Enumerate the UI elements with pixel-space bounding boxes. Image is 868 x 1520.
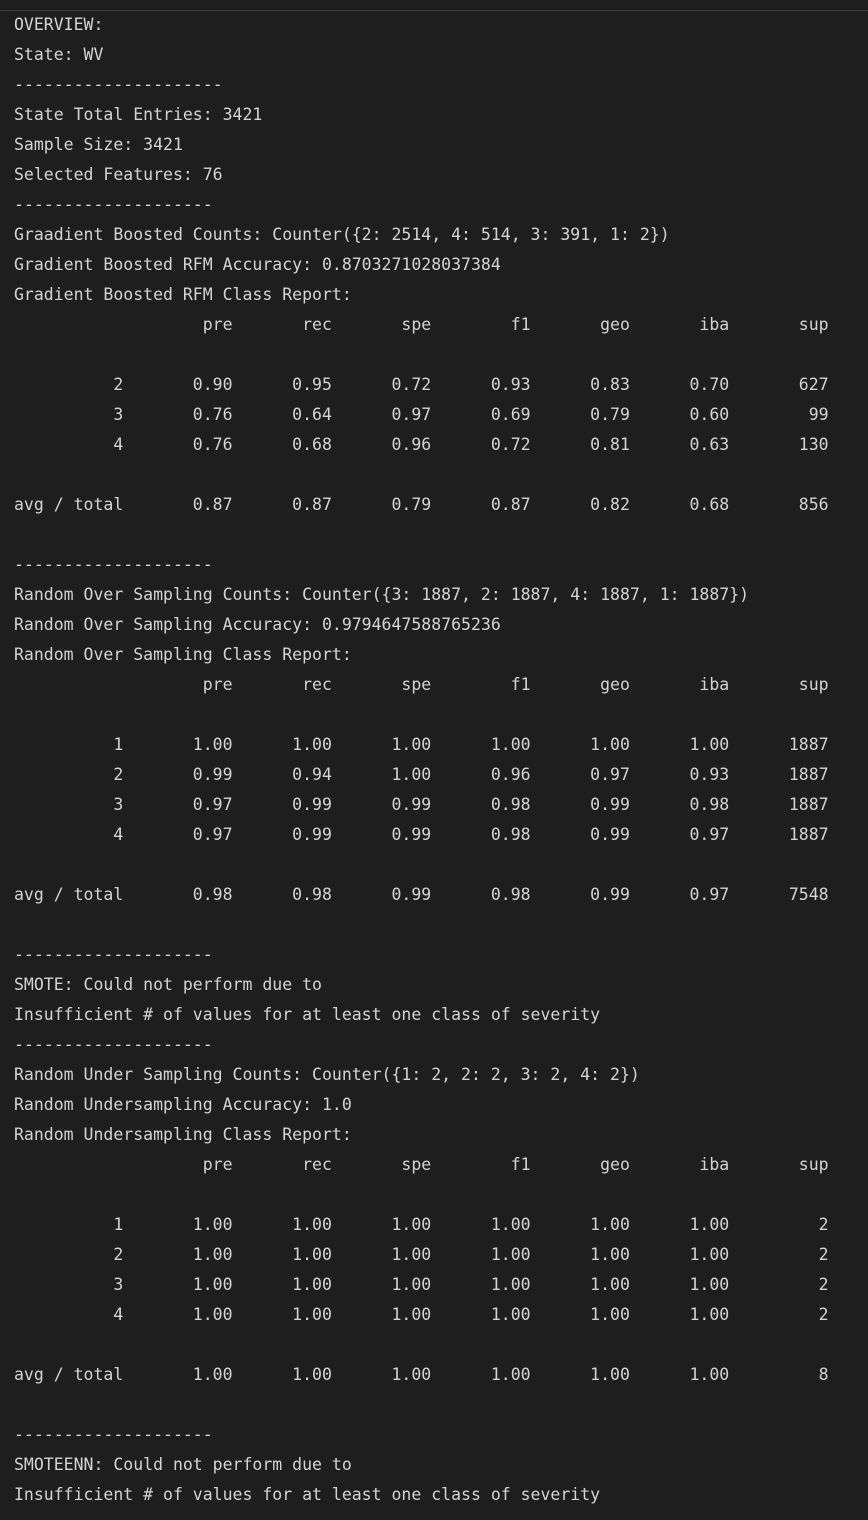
output-line: 3 1.00 1.00 1.00 1.00 1.00 1.00 2 bbox=[14, 1275, 829, 1294]
output-line: 2 0.99 0.94 1.00 0.96 0.97 0.93 1887 bbox=[14, 765, 829, 784]
output-line: pre rec spe f1 geo iba sup bbox=[14, 315, 829, 334]
output-line: State: WV bbox=[14, 45, 104, 64]
output-line: Gradient Boosted RFM Class Report: bbox=[14, 285, 352, 304]
output-line: SMOTE: Could not perform due to bbox=[14, 975, 322, 994]
output-line: 4 0.97 0.99 0.99 0.98 0.99 0.97 1887 bbox=[14, 825, 829, 844]
output-line: 3 0.97 0.99 0.99 0.98 0.99 0.98 1887 bbox=[14, 795, 829, 814]
output-line: Random Undersampling Class Report: bbox=[14, 1125, 352, 1144]
output-line: Random Over Sampling Accuracy: 0.9794647… bbox=[14, 615, 501, 634]
output-line: 4 0.76 0.68 0.96 0.72 0.81 0.63 130 bbox=[14, 435, 829, 454]
terminal-output: OVERVIEW: State: WV --------------------- S… bbox=[14, 10, 829, 1510]
output-line: avg / total 1.00 1.00 1.00 1.00 1.00 1.0… bbox=[14, 1365, 829, 1384]
output-line: pre rec spe f1 geo iba sup bbox=[14, 675, 829, 694]
output-line: Random Over Sampling Class Report: bbox=[14, 645, 352, 664]
output-line: -------------------- bbox=[14, 555, 213, 574]
output-line: 4 1.00 1.00 1.00 1.00 1.00 1.00 2 bbox=[14, 1305, 829, 1324]
output-line: Random Undersampling Accuracy: 1.0 bbox=[14, 1095, 352, 1114]
output-line: SMOTEENN: Could not perform due to bbox=[14, 1455, 352, 1474]
output-line: -------------------- bbox=[14, 195, 213, 214]
output-line: State Total Entries: 3421 bbox=[14, 105, 263, 124]
output-line: OVERVIEW: bbox=[14, 15, 104, 34]
output-line: Sample Size: 3421 bbox=[14, 135, 183, 154]
output-line: --------------------- bbox=[14, 75, 223, 94]
output-line: 3 0.76 0.64 0.97 0.69 0.79 0.60 99 bbox=[14, 405, 829, 424]
output-line: Gradient Boosted RFM Accuracy: 0.8703271… bbox=[14, 255, 501, 274]
output-line: avg / total 0.98 0.98 0.99 0.98 0.99 0.9… bbox=[14, 885, 829, 904]
output-line: 1 1.00 1.00 1.00 1.00 1.00 1.00 2 bbox=[14, 1215, 829, 1234]
output-line: Selected Features: 76 bbox=[14, 165, 223, 184]
output-line: Insufficient # of values for at least on… bbox=[14, 1485, 601, 1504]
output-line: 2 1.00 1.00 1.00 1.00 1.00 1.00 2 bbox=[14, 1245, 829, 1264]
output-line: 1 1.00 1.00 1.00 1.00 1.00 1.00 1887 bbox=[14, 735, 829, 754]
output-line: -------------------- bbox=[14, 945, 213, 964]
output-line: avg / total 0.87 0.87 0.79 0.87 0.82 0.6… bbox=[14, 495, 829, 514]
output-line: -------------------- bbox=[14, 1425, 213, 1444]
output-line: Insufficient # of values for at least on… bbox=[14, 1005, 601, 1024]
output-line: pre rec spe f1 geo iba sup bbox=[14, 1155, 829, 1174]
output-line: Random Under Sampling Counts: Counter({1… bbox=[14, 1065, 640, 1084]
output-line: 2 0.90 0.95 0.72 0.93 0.83 0.70 627 bbox=[14, 375, 829, 394]
output-line: Random Over Sampling Counts: Counter({3:… bbox=[14, 585, 750, 604]
output-line: -------------------- bbox=[14, 1035, 213, 1054]
output-line: Graadient Boosted Counts: Counter({2: 25… bbox=[14, 225, 670, 244]
